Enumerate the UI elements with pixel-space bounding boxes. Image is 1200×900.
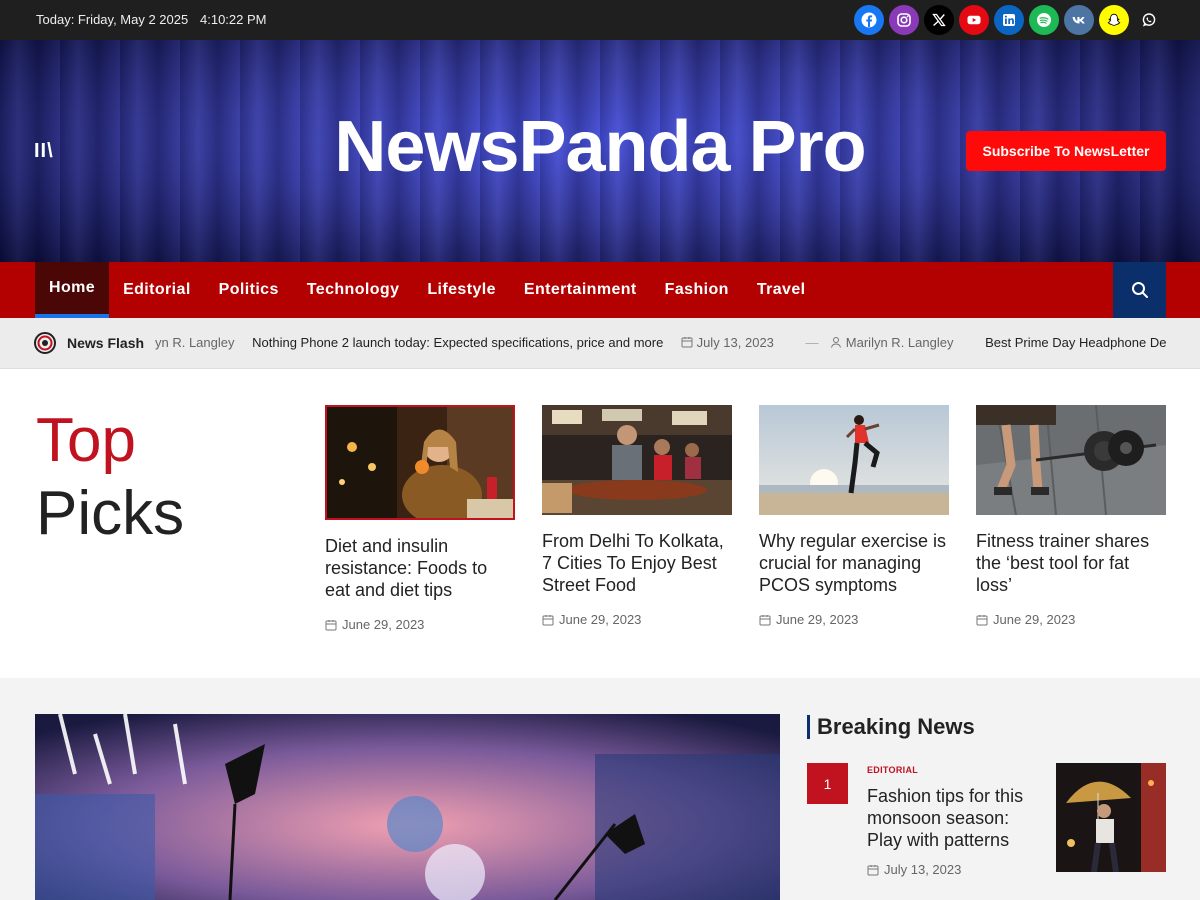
top-picks-heading-top: Top (36, 406, 136, 475)
spotify-icon[interactable] (1029, 5, 1059, 35)
breaking-news-thumbnail[interactable] (1056, 763, 1166, 872)
x-icon[interactable] (924, 5, 954, 35)
article-title[interactable]: Why regular exercise is crucial for mana… (759, 530, 949, 596)
article-thumbnail[interactable] (759, 405, 949, 515)
top-picks-heading-picks: Picks (36, 479, 185, 548)
article-thumbnail[interactable] (325, 405, 515, 520)
snapchat-icon[interactable] (1099, 5, 1129, 35)
article-date: June 29, 2023 (325, 617, 515, 632)
ticker-date-text: July 13, 2023 (696, 335, 774, 350)
ticker-author-name[interactable]: Marilyn R. Langley (846, 335, 954, 350)
article-date: June 29, 2023 (759, 612, 949, 627)
ticker-author[interactable]: yn R. Langley (155, 335, 235, 350)
calendar-icon (542, 614, 554, 625)
news-flash-ticker: News Flash yn R. Langley Nothing Phone 2… (0, 318, 1200, 369)
breaking-news-rank: 1 (807, 763, 848, 804)
article-date-text: June 29, 2023 (559, 612, 642, 627)
ticker-headline[interactable]: Best Prime Day Headphone Deals 2023: Bos (985, 335, 1166, 350)
article-title[interactable]: From Delhi To Kolkata, 7 Cities To Enjoy… (542, 530, 732, 596)
article-thumbnail[interactable] (542, 405, 732, 515)
vk-icon[interactable] (1064, 5, 1094, 35)
nav-item-lifestyle[interactable]: Lifestyle (413, 262, 510, 318)
instagram-icon[interactable] (889, 5, 919, 35)
youtube-icon[interactable] (959, 5, 989, 35)
breaking-news-heading: Breaking News (807, 715, 975, 739)
top-pick-card[interactable]: Fitness trainer shares the ‘best tool fo… (976, 405, 1166, 627)
calendar-icon (759, 614, 771, 625)
linkedin-icon[interactable] (994, 5, 1024, 35)
nav-item-editorial[interactable]: Editorial (109, 262, 205, 318)
nav-item-politics[interactable]: Politics (205, 262, 293, 318)
nav-item-entertainment[interactable]: Entertainment (510, 262, 651, 318)
top-pick-card[interactable]: From Delhi To Kolkata, 7 Cities To Enjoy… (542, 405, 732, 627)
article-title[interactable]: Fitness trainer shares the ‘best tool fo… (976, 530, 1166, 596)
calendar-icon (976, 614, 988, 625)
top-pick-card[interactable]: Why regular exercise is crucial for mana… (759, 405, 949, 627)
current-date: Today: Friday, May 2 2025 (36, 12, 189, 27)
main-navigation: Home Editorial Politics Technology Lifes… (0, 262, 1200, 318)
article-date-text: June 29, 2023 (993, 612, 1076, 627)
top-pick-card[interactable]: Diet and insulin resistance: Foods to ea… (325, 405, 515, 632)
subscribe-button[interactable]: Subscribe To NewsLetter (966, 131, 1166, 171)
nav-item-home[interactable]: Home (35, 262, 110, 318)
top-bar: Today: Friday, May 2 2025 4:10:22 PM (0, 0, 1200, 40)
calendar-icon (681, 337, 693, 348)
breaking-news-date-text: July 13, 2023 (884, 862, 962, 877)
breaking-news-date: July 13, 2023 (867, 862, 961, 877)
article-title[interactable]: Diet and insulin resistance: Foods to ea… (325, 535, 515, 601)
news-flash-label: News Flash (67, 335, 145, 351)
calendar-icon (325, 619, 337, 630)
whatsapp-icon[interactable] (1134, 5, 1164, 35)
breaking-news-category[interactable]: EDITORIAL (867, 765, 918, 775)
search-icon (1131, 282, 1148, 298)
nav-item-travel[interactable]: Travel (743, 262, 820, 318)
ticker-headline[interactable]: Nothing Phone 2 launch today: Expected s… (252, 335, 663, 350)
article-date-text: June 29, 2023 (776, 612, 859, 627)
article-date: June 29, 2023 (542, 612, 732, 627)
article-date-text: June 29, 2023 (342, 617, 425, 632)
article-date: June 29, 2023 (976, 612, 1166, 627)
featured-hero-image[interactable] (35, 714, 780, 900)
nav-item-fashion[interactable]: Fashion (651, 262, 743, 318)
calendar-icon (867, 864, 879, 875)
ticker-author-block: Marilyn R. Langley (830, 335, 971, 350)
ticker-separator: — (805, 335, 819, 350)
facebook-icon[interactable] (854, 5, 884, 35)
search-button[interactable] (1113, 262, 1166, 318)
ticker-date: July 13, 2023 (681, 335, 792, 350)
nav-item-technology[interactable]: Technology (293, 262, 414, 318)
article-thumbnail[interactable] (976, 405, 1166, 515)
breaking-news-headline[interactable]: Fashion tips for this monsoon season: Pl… (867, 785, 1042, 851)
site-header: II\ NewsPanda Pro Subscribe To NewsLette… (0, 40, 1200, 262)
ticker-track: yn R. Langley Nothing Phone 2 launch tod… (155, 335, 1166, 355)
user-icon (831, 337, 842, 348)
current-time: 4:10:22 PM (200, 12, 267, 27)
social-links (854, 5, 1164, 35)
broadcast-icon (34, 332, 56, 354)
